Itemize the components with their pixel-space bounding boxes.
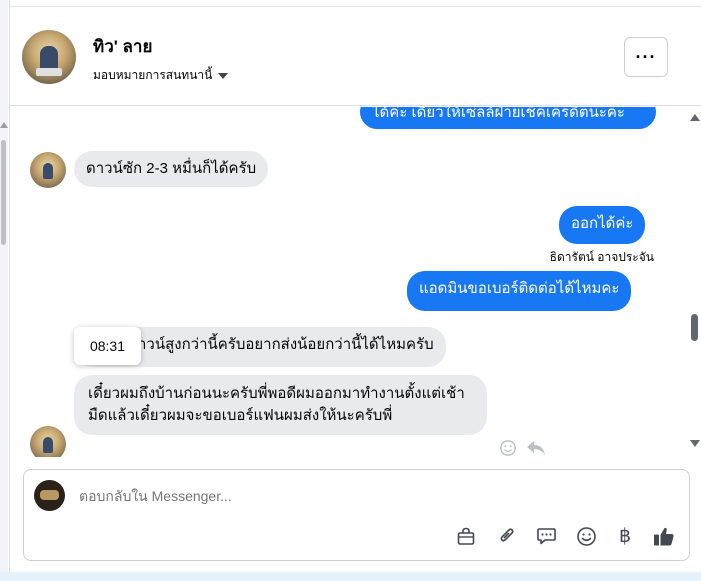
more-options-button[interactable]: ··· xyxy=(624,37,668,77)
page-scroll-up-arrow[interactable] xyxy=(0,122,8,128)
baht-icon[interactable]: ฿ xyxy=(613,524,637,548)
emoji-icon[interactable] xyxy=(574,524,598,548)
more-horizontal-icon: ··· xyxy=(635,46,657,67)
paperclip-icon[interactable] xyxy=(495,524,519,548)
page-avatar xyxy=(34,480,65,511)
bag-svg xyxy=(457,527,475,545)
avatar-figure xyxy=(43,163,53,179)
message-incoming[interactable]: ดาวน์ซัก 2-3 หมื่นก็ได้ครับ xyxy=(74,151,269,187)
thumbs-up-icon[interactable] xyxy=(652,524,676,548)
thumbs-up-svg xyxy=(654,527,674,545)
message-incoming-multiline[interactable]: เดี๋ยวผมถึงบ้านก่อนนะครับพี่พอดีผมออกมาท… xyxy=(74,375,487,435)
scroll-up-arrow-icon[interactable] xyxy=(690,114,700,121)
contact-avatar[interactable] xyxy=(22,30,76,84)
message-list[interactable]: ได้ค่ะ เดี๋ยวให้เซลล์ฝ่ายเช็คเครดิตนะคะ … xyxy=(10,107,701,457)
message-outgoing[interactable]: แอดมินขอเบอร์ติดต่อได้ไหมคะ xyxy=(407,271,632,311)
reply-composer: ฿ xyxy=(23,469,690,561)
bottom-strip xyxy=(0,572,701,581)
message-sender-name: ธิดารัตน์ อาจประจัน xyxy=(549,250,654,264)
avatar-figure xyxy=(43,437,53,453)
timestamp-tooltip: 08:31 xyxy=(74,327,141,365)
message-scroll-thumb[interactable] xyxy=(691,314,698,341)
message-outgoing-partial[interactable]: ได้ค่ะ เดี๋ยวให้เซลล์ฝ่ายเช็คเครดิตนะคะ xyxy=(360,107,656,129)
smiley-icon[interactable] xyxy=(499,439,517,457)
contact-name[interactable]: ทิว' ลาย xyxy=(93,33,152,60)
sender-avatar[interactable] xyxy=(30,152,66,188)
assign-label: มอบหมายการสนทนานี้ xyxy=(93,68,213,82)
avatar-figure xyxy=(40,490,59,500)
bag-icon[interactable] xyxy=(454,524,478,548)
page-scrollbar[interactable] xyxy=(0,0,8,581)
paperclip-svg xyxy=(500,528,514,542)
sender-avatar[interactable] xyxy=(30,426,66,457)
page-scroll-thumb[interactable] xyxy=(1,140,6,245)
conversation-panel: ทิว' ลาย มอบหมายการสนทนานี้ ··· ได้ค่ะ เ… xyxy=(9,0,701,572)
scroll-down-arrow-icon[interactable] xyxy=(690,440,700,447)
saved-reply-svg xyxy=(536,528,556,545)
reply-input[interactable] xyxy=(79,488,579,504)
header-divider xyxy=(10,6,701,7)
avatar-base xyxy=(36,68,62,76)
assign-conversation-dropdown[interactable]: มอบหมายการสนทนานี้ xyxy=(93,66,229,85)
conversation-header: ทิว' ลาย มอบหมายการสนทนานี้ ··· xyxy=(10,0,701,106)
caret-down-icon xyxy=(218,72,229,79)
emoji-svg xyxy=(576,526,596,546)
reply-icon[interactable] xyxy=(526,439,546,457)
message-outgoing[interactable]: ออกได้ค่ะ xyxy=(559,206,646,244)
saved-reply-icon[interactable] xyxy=(534,524,558,548)
message-incoming-text: าวน์สูงกว่านี้ครับอยากส่งน้อยกว่านี้ได้ไ… xyxy=(138,336,434,353)
